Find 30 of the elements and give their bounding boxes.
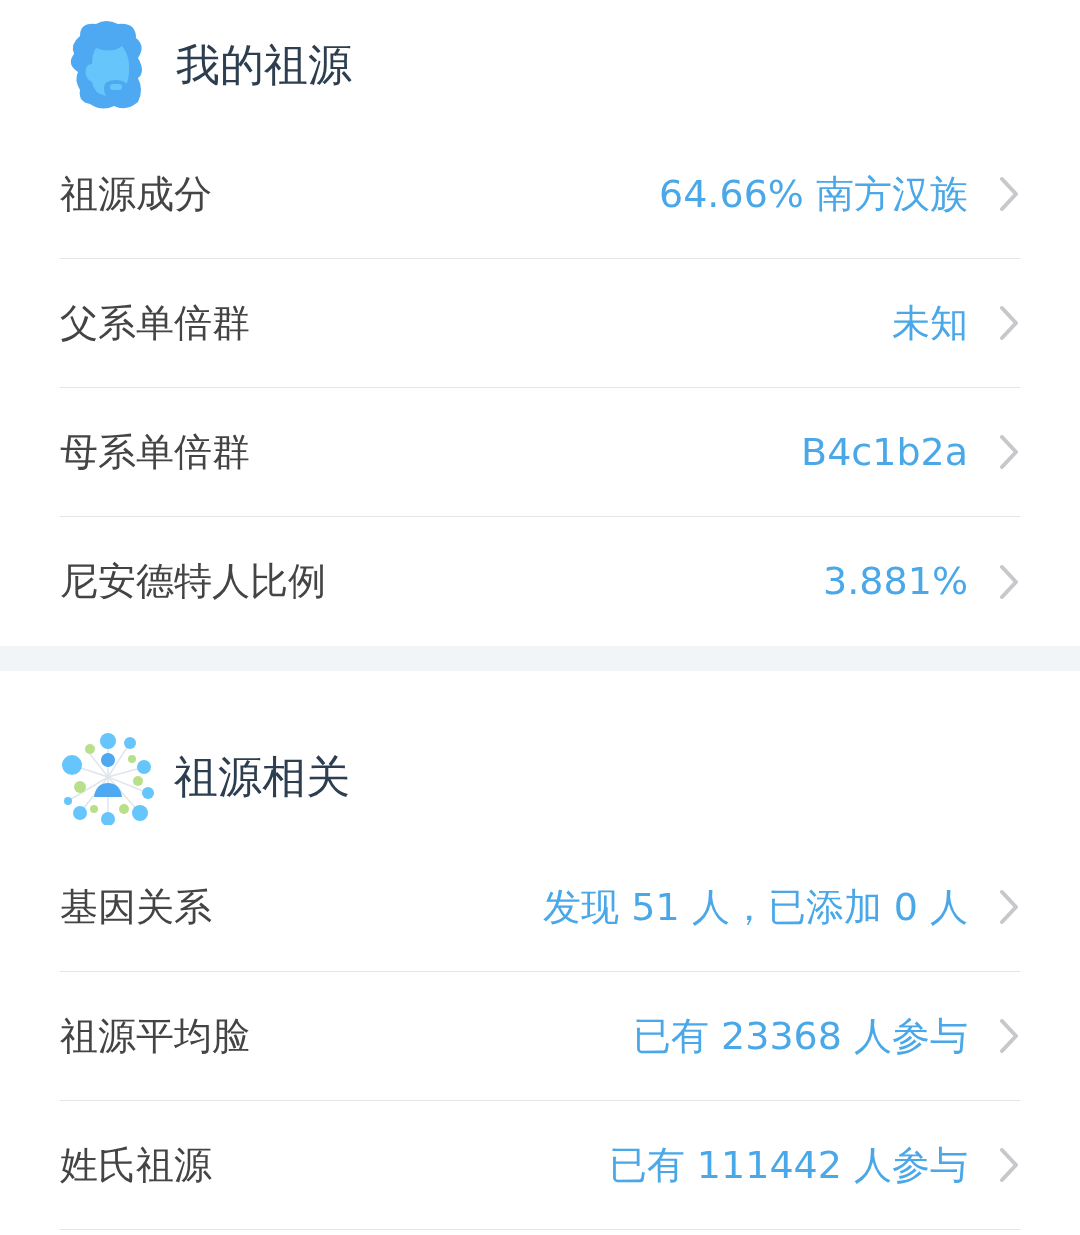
section-title: 祖源相关 [174, 750, 350, 804]
row-label: 祖源平均脸 [60, 1012, 250, 1060]
row-label: 父系单倍群 [60, 299, 250, 347]
list-row[interactable]: 姓氏祖源 已有 111442 人参与 [60, 1101, 1020, 1230]
chevron-right-icon [998, 1146, 1020, 1184]
row-label: 姓氏祖源 [60, 1141, 212, 1189]
list-row[interactable]: 祖源平均脸 已有 23368 人参与 [60, 972, 1020, 1101]
list-row[interactable]: 父系单倍群 未知 [60, 259, 1020, 388]
row-value: 已有 23368 人参与 [632, 1012, 968, 1060]
row-value: 64.66% 南方汉族 [659, 170, 968, 218]
chevron-right-icon [998, 1017, 1020, 1055]
row-label: 祖源成分 [60, 170, 212, 218]
row-value: 3.881% [823, 558, 968, 605]
list-row[interactable]: 母系单倍群 B4c1b2a [60, 388, 1020, 517]
list-row[interactable]: 祖源成分 64.66% 南方汉族 [60, 130, 1020, 259]
section-title: 我的祖源 [176, 38, 352, 92]
row-value: 未知 [892, 299, 968, 347]
chevron-right-icon [998, 562, 1020, 601]
row-label: 尼安德特人比例 [60, 558, 326, 605]
chevron-right-icon [998, 888, 1020, 926]
chevron-right-icon [998, 433, 1020, 471]
row-label: 母系单倍群 [60, 428, 250, 476]
chevron-right-icon [998, 175, 1020, 213]
row-label: 基因关系 [60, 883, 212, 931]
list-row[interactable]: 基因关系 发现 51 人，已添加 0 人 [60, 843, 1020, 972]
list-row[interactable]: 尼安德特人比例 3.881% [60, 517, 1020, 646]
row-value: 已有 111442 人参与 [608, 1141, 968, 1189]
row-value: 发现 51 人，已添加 0 人 [543, 883, 968, 931]
chevron-right-icon [998, 304, 1020, 342]
row-value: B4c1b2a [801, 428, 968, 476]
